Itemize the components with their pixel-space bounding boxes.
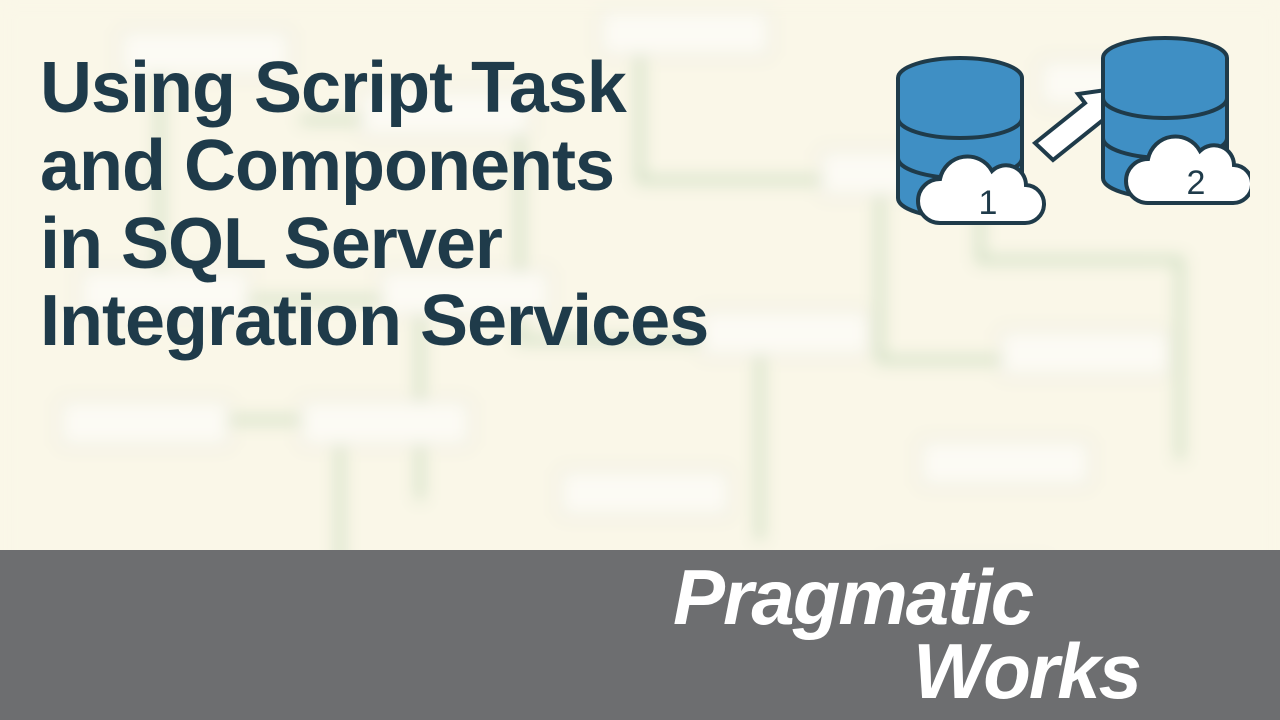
- title-line-4: Integration Services: [40, 283, 800, 361]
- title-line-2: and Components: [40, 128, 800, 206]
- title-line-3: in SQL Server: [40, 206, 800, 284]
- thumbnail-stage: Using Script Task and Components in SQL …: [0, 0, 1280, 720]
- cloud-1-label: 1: [979, 184, 998, 222]
- title-line-1: Using Script Task: [40, 50, 800, 128]
- database-migration-illustration: 1 2: [870, 28, 1250, 248]
- cloud-2-label: 2: [1187, 164, 1206, 202]
- brand-line-1: Pragmatic: [673, 560, 1140, 634]
- footer-bar: Pragmatic Works: [0, 550, 1280, 720]
- brand-line-2: Works: [913, 634, 1140, 708]
- slide-title: Using Script Task and Components in SQL …: [40, 50, 800, 361]
- brand-logo: Pragmatic Works: [673, 560, 1140, 708]
